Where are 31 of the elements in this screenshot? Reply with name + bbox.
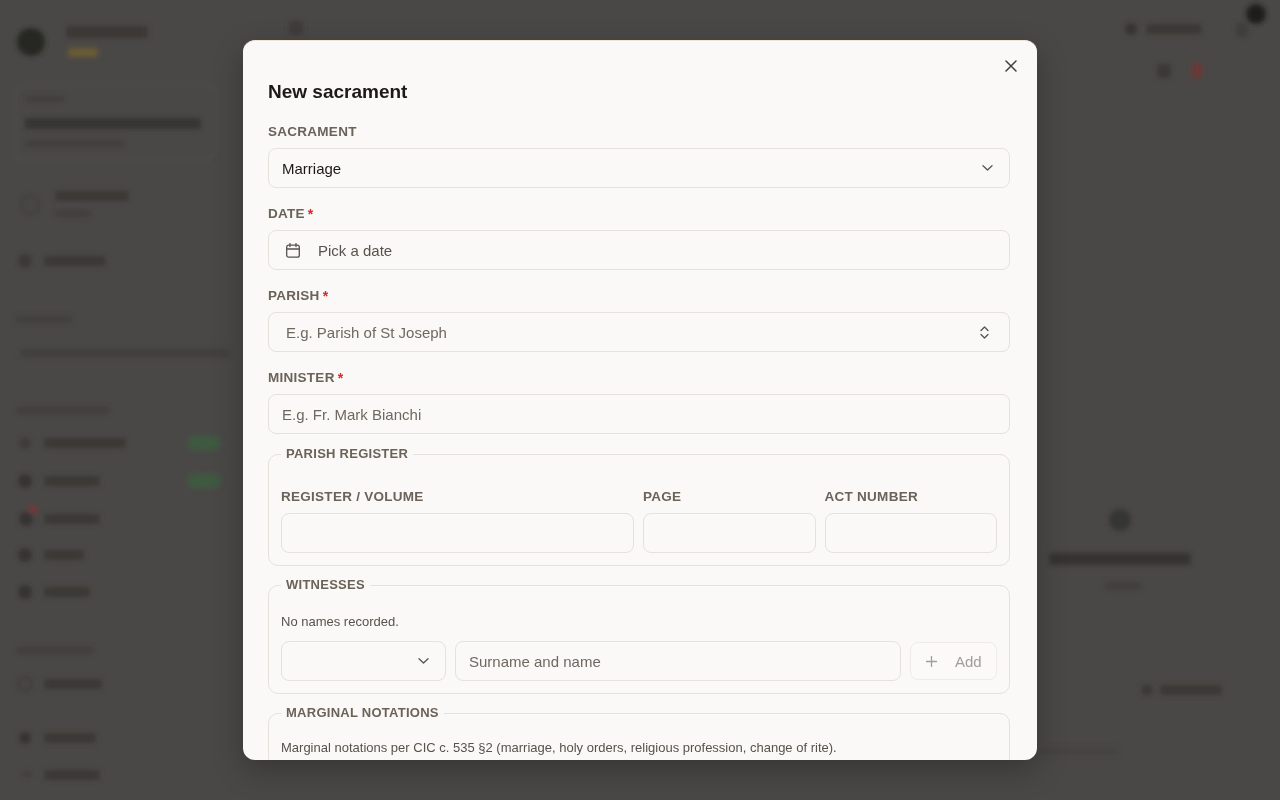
parish-combobox[interactable]: E.g. Parish of St Joseph	[268, 312, 1010, 352]
field-label: REGISTER / VOLUME	[281, 488, 425, 506]
plus-icon	[926, 655, 937, 667]
input-field[interactable]	[824, 513, 997, 553]
section-legend: MARGINAL NOTATIONS	[281, 704, 444, 722]
field-label: SACRAMENT	[268, 123, 357, 141]
field-label: PAGE	[643, 488, 683, 506]
empty-message: No names recorded.	[281, 614, 400, 630]
sacrament-select[interactable]: Marriage	[268, 148, 1010, 188]
section-description: Marginal notations per CIC c. 535 §2 (marriage, holy orders, religious profession, change of rite).	[281, 740, 838, 756]
chevron-down-icon	[418, 658, 429, 664]
close-icon	[1005, 60, 1017, 72]
minister-input[interactable]: E.g. Fr. Mark Bianchi	[268, 394, 1010, 434]
field-label: DATE	[268, 205, 305, 223]
field-label: PARISH	[268, 287, 320, 305]
field-label: ACT NUMBER	[824, 488, 919, 506]
calendar-icon	[286, 242, 300, 258]
required-mark: *	[337, 369, 344, 387]
required-mark: *	[307, 205, 314, 223]
input-field[interactable]	[281, 513, 634, 553]
chevron-down-icon	[982, 165, 993, 171]
role-select[interactable]	[281, 641, 446, 681]
input-field[interactable]	[643, 513, 816, 553]
section-legend: PARISH REGISTER	[281, 445, 414, 463]
chevron-up-down-icon	[980, 325, 989, 339]
field-label: MINISTER	[268, 369, 335, 387]
witness-name-input[interactable]: Surname and name	[455, 641, 901, 681]
date-picker[interactable]: Pick a date	[268, 230, 1010, 270]
dialog-title: New sacrament	[268, 80, 409, 104]
required-mark: *	[322, 287, 329, 305]
section-legend: WITNESSES	[281, 576, 370, 594]
